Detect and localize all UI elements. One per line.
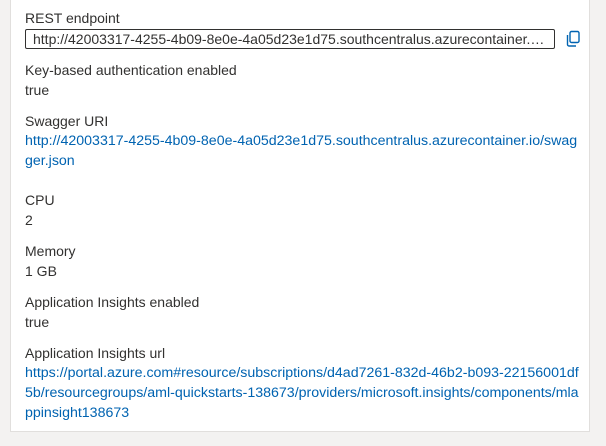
cpu-value: 2 <box>25 212 33 228</box>
memory-group: Memory 1 GB <box>25 241 581 281</box>
endpoint-details-panel: REST endpoint http://42003317-4255-4b09-… <box>10 0 590 432</box>
details-list: REST endpoint http://42003317-4255-4b09-… <box>25 8 581 434</box>
app-insights-url-group: Application Insights url https://portal.… <box>25 343 581 423</box>
cpu-group: CPU 2 <box>25 190 581 230</box>
memory-label: Memory <box>25 243 76 259</box>
rest-endpoint-group: REST endpoint http://42003317-4255-4b09-… <box>25 8 581 49</box>
app-insights-enabled-value: true <box>25 314 50 330</box>
app-insights-url-link[interactable]: https://portal.azure.com#resource/subscr… <box>25 363 581 423</box>
app-insights-enabled-group: Application Insights enabled true <box>25 292 581 332</box>
key-auth-group: Key-based authentication enabled true <box>25 60 581 100</box>
key-auth-value: true <box>25 82 50 98</box>
key-auth-label: Key-based authentication enabled <box>25 62 237 78</box>
app-insights-url-label: Application Insights url <box>25 345 166 361</box>
swagger-uri-label: Swagger URI <box>25 113 109 129</box>
memory-value: 1 GB <box>25 263 57 279</box>
rest-endpoint-label: REST endpoint <box>25 10 120 26</box>
cpu-label: CPU <box>25 192 55 208</box>
rest-endpoint-row: http://42003317-4255-4b09-8e0e-4a05d23e1… <box>25 29 581 49</box>
copy-icon[interactable] <box>565 30 581 48</box>
swagger-uri-group: Swagger URI http://42003317-4255-4b09-8e… <box>25 111 581 171</box>
swagger-uri-link[interactable]: http://42003317-4255-4b09-8e0e-4a05d23e1… <box>25 131 581 171</box>
rest-endpoint-field[interactable]: http://42003317-4255-4b09-8e0e-4a05d23e1… <box>25 29 555 49</box>
app-insights-enabled-label: Application Insights enabled <box>25 294 200 310</box>
